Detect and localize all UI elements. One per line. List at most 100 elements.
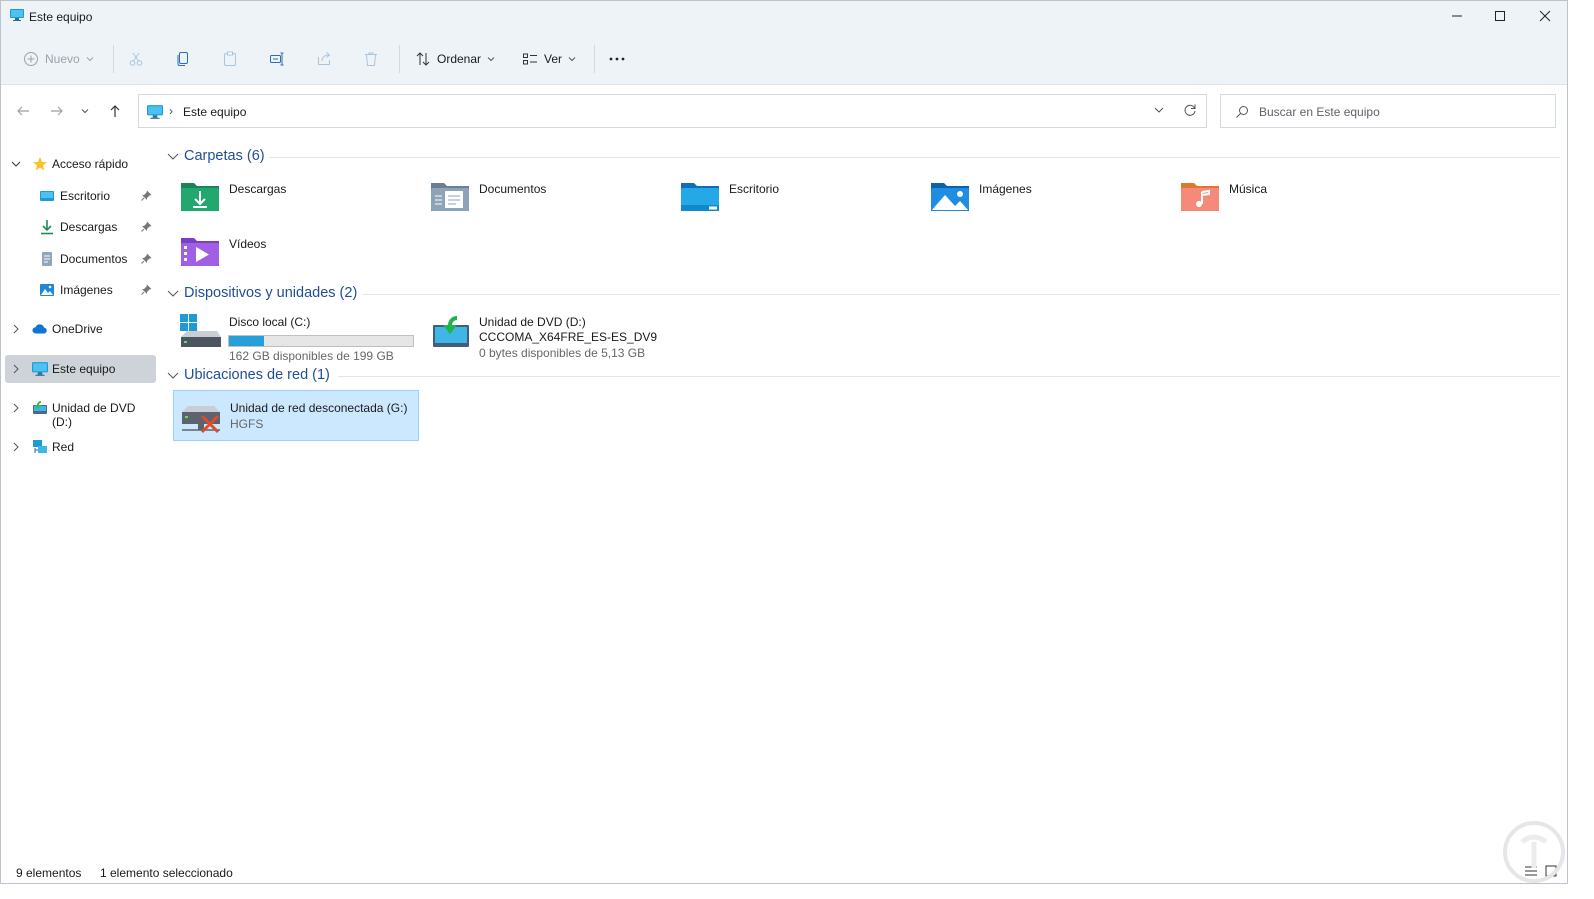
chevron-down-icon: [81, 109, 89, 114]
drive-name: Disco local (C:): [229, 315, 311, 329]
back-button[interactable]: [10, 98, 36, 124]
delete-button[interactable]: [363, 46, 379, 72]
copy-icon: [177, 52, 188, 66]
drive-usage-bar: [228, 335, 414, 347]
window-title: Este equipo: [29, 10, 93, 24]
sidebar-item-pictures[interactable]: Imágenes: [5, 276, 156, 304]
cloud-icon: [32, 324, 47, 334]
rename-icon: [270, 52, 284, 66]
add-icon: [24, 52, 38, 66]
folder-tile[interactable]: Escritorio: [673, 173, 913, 223]
address-bar[interactable]: › Este equipo: [138, 94, 1207, 128]
arrow-left-icon: [17, 106, 29, 116]
network-icon: [33, 440, 47, 453]
search-icon: [1236, 106, 1248, 118]
folder-name: Música: [1229, 182, 1268, 196]
sidebar-item-onedrive[interactable]: OneDrive: [5, 315, 156, 343]
cut-icon: [129, 52, 143, 66]
cut-button[interactable]: [128, 46, 144, 72]
sort-button[interactable]: Ordenar: [415, 46, 495, 72]
recent-locations-button[interactable]: [75, 98, 95, 124]
title-bar: Este equipo: [1, 1, 1567, 33]
sidebar-item-desktop[interactable]: Escritorio: [5, 182, 156, 210]
maximize-button[interactable]: [1477, 1, 1523, 31]
drive-volume-label: CCCOMA_X64FRE_ES-ES_DV9: [479, 330, 658, 344]
minimize-button[interactable]: [1434, 1, 1480, 31]
documents-folder-icon: [431, 183, 469, 211]
pin-icon: [141, 284, 152, 295]
sidebar-item-label: Escritorio: [60, 189, 111, 203]
rename-button[interactable]: [269, 46, 285, 72]
network-drive-tile[interactable]: Unidad de red desconectada (G:) HGFS: [173, 390, 419, 441]
sidebar-item-downloads[interactable]: Descargas: [5, 213, 156, 241]
toolbar-divider: [113, 45, 114, 73]
new-button[interactable]: Nuevo: [23, 46, 94, 72]
chevron-right-icon[interactable]: [11, 324, 23, 336]
sort-icon: [416, 52, 430, 66]
chevron-down-icon[interactable]: [11, 159, 23, 171]
search-box[interactable]: [1220, 94, 1556, 128]
section-header-network[interactable]: Ubicaciones de red (1): [165, 365, 1560, 387]
sidebar-item-dvd-drive[interactable]: Unidad de DVD (D:): [5, 394, 156, 429]
breadcrumb[interactable]: Este equipo: [183, 105, 246, 119]
section-header-devices[interactable]: Dispositivos y unidades (2): [165, 283, 1560, 305]
up-button[interactable]: [102, 98, 128, 124]
folder-name: Escritorio: [729, 182, 780, 196]
breadcrumb-separator-icon: ›: [169, 104, 173, 118]
section-divider: [269, 157, 1560, 158]
sidebar-item-quick-access[interactable]: Acceso rápido: [5, 150, 156, 178]
drive-tile[interactable]: Unidad de DVD (D:) CCCOMA_X64FRE_ES-ES_D…: [423, 309, 673, 361]
search-input[interactable]: [1259, 102, 1549, 122]
folder-tile[interactable]: Vídeos: [173, 228, 413, 278]
drive-usage-fill: [229, 336, 264, 346]
chevron-down-icon: [167, 372, 179, 379]
chevron-down-icon: [167, 290, 179, 297]
local-disk-icon: [180, 314, 221, 347]
toolbar-divider: [594, 45, 595, 73]
view-icon: [523, 53, 537, 65]
folder-name: Vídeos: [229, 237, 267, 251]
section-title: Dispositivos y unidades (2): [184, 285, 358, 301]
chevron-right-icon[interactable]: [11, 442, 23, 454]
downloads-folder-icon: [181, 183, 219, 211]
arrow-up-icon: [110, 105, 120, 117]
document-icon: [42, 252, 52, 266]
share-button[interactable]: [316, 46, 332, 72]
chevron-down-icon[interactable]: [1153, 104, 1165, 116]
folder-tile[interactable]: Imágenes: [923, 173, 1163, 223]
pictures-icon: [40, 284, 54, 296]
paste-button[interactable]: [222, 46, 238, 72]
videos-folder-icon: [181, 238, 219, 266]
sidebar-item-label: Acceso rápido: [52, 157, 129, 171]
item-count: 9 elementos: [16, 866, 82, 880]
sort-label: Ordenar: [437, 52, 482, 66]
chevron-right-icon[interactable]: [11, 364, 23, 376]
view-button[interactable]: Ver: [522, 46, 576, 72]
pin-icon: [141, 190, 152, 201]
drive-name: Unidad de red desconectada (G:): [230, 401, 408, 415]
close-button[interactable]: [1522, 1, 1568, 31]
chevron-right-icon[interactable]: [11, 403, 23, 415]
sidebar-item-label: OneDrive: [52, 322, 103, 336]
sidebar-item-this-pc[interactable]: Este equipo: [5, 355, 156, 383]
section-header-folders[interactable]: Carpetas (6): [165, 146, 1560, 168]
sidebar-item-documents[interactable]: Documentos: [5, 245, 156, 273]
computer-icon: [147, 105, 163, 119]
more-options-button[interactable]: [608, 46, 626, 72]
folder-tile[interactable]: Documentos: [423, 173, 663, 223]
dvd-icon: [33, 401, 47, 414]
sidebar-item-network[interactable]: Red: [5, 433, 156, 461]
folder-tile[interactable]: Música: [1173, 173, 1413, 223]
drive-free-space: 162 GB disponibles de 199 GB: [229, 349, 394, 363]
folder-tile[interactable]: Descargas: [173, 173, 413, 223]
drive-tile[interactable]: Disco local (C:) 162 GB disponibles de 1…: [173, 309, 423, 363]
pin-icon: [141, 253, 152, 264]
computer-icon: [10, 9, 24, 21]
forward-button[interactable]: [44, 98, 70, 124]
star-icon: [33, 157, 47, 171]
desktop-folder-icon: [681, 183, 719, 211]
copy-button[interactable]: [175, 46, 191, 72]
more-icon: [609, 57, 625, 61]
section-title: Carpetas (6): [184, 148, 265, 164]
refresh-icon[interactable]: [1183, 103, 1197, 117]
